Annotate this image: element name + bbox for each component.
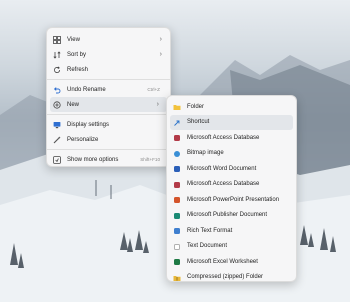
shortcut-label: Shift+F10	[140, 157, 160, 162]
access-icon	[173, 181, 181, 189]
bitmap-icon	[173, 150, 181, 158]
folder-icon	[173, 103, 181, 111]
new-item-rich-text-format[interactable]: Rich Text Format	[167, 223, 296, 239]
menu-item-label: Compressed (zipped) Folder	[187, 274, 264, 281]
menu-item-label: Sort by	[67, 51, 87, 58]
menu-item-label: Microsoft Excel Worksheet	[187, 258, 258, 265]
menu-item-personalize[interactable]: Personalize	[47, 132, 170, 147]
menu-item-label: Microsoft Publisher Document	[187, 212, 268, 219]
more-options-icon	[53, 156, 61, 164]
menu-item-label: Folder	[187, 103, 205, 110]
chevron-right-icon: ›	[159, 36, 162, 43]
new-item-access-database[interactable]: Microsoft Access Database	[167, 130, 296, 146]
menu-item-label: Show more options	[67, 156, 119, 163]
refresh-icon	[53, 66, 61, 74]
menu-item-display-settings[interactable]: Display settings	[47, 117, 170, 132]
brush-icon	[53, 136, 61, 144]
menu-item-label: Microsoft Access Database	[187, 181, 260, 188]
menu-item-label: Rich Text Format	[187, 227, 233, 234]
desktop[interactable]: View › Sort by › Refresh Undo Rename Ctr…	[0, 0, 350, 302]
new-item-compressed-folder[interactable]: Compressed (zipped) Folder	[167, 270, 296, 286]
menu-separator	[47, 79, 170, 80]
menu-item-refresh[interactable]: Refresh	[47, 62, 170, 77]
text-document-icon	[173, 243, 181, 251]
new-item-excel-worksheet[interactable]: Microsoft Excel Worksheet	[167, 254, 296, 270]
excel-icon	[173, 258, 181, 266]
menu-item-view[interactable]: View ›	[47, 32, 170, 47]
new-item-shortcut[interactable]: Shortcut	[170, 114, 293, 130]
chevron-right-icon: ›	[159, 51, 162, 58]
menu-item-label: Refresh	[67, 66, 89, 73]
desktop-context-menu: View › Sort by › Refresh Undo Rename Ctr…	[46, 27, 171, 167]
new-item-word-document[interactable]: Microsoft Word Document	[167, 161, 296, 177]
new-item-powerpoint-presentation[interactable]: Microsoft PowerPoint Presentation	[167, 192, 296, 208]
chevron-right-icon: ›	[156, 101, 159, 108]
shortcut-label: Ctrl+Z	[147, 87, 160, 92]
word-icon	[173, 165, 181, 173]
powerpoint-icon	[173, 196, 181, 204]
new-item-bitmap-image[interactable]: Bitmap image	[167, 146, 296, 162]
menu-item-label: Undo Rename	[67, 86, 106, 93]
new-item-access-database-2[interactable]: Microsoft Access Database	[167, 177, 296, 193]
new-item-folder[interactable]: Folder	[167, 99, 296, 115]
display-icon	[53, 121, 61, 129]
new-item-publisher-document[interactable]: Microsoft Publisher Document	[167, 208, 296, 224]
sort-icon	[53, 51, 61, 59]
menu-item-label: Personalize	[67, 136, 99, 143]
menu-item-label: Microsoft PowerPoint Presentation	[187, 196, 280, 203]
menu-item-label: Bitmap image	[187, 150, 224, 157]
access-icon	[173, 134, 181, 142]
menu-item-show-more-options[interactable]: Show more options Shift+F10	[47, 152, 170, 167]
new-item-text-document[interactable]: Text Document	[167, 239, 296, 255]
menu-item-label: Text Document	[187, 243, 228, 250]
menu-item-undo-rename[interactable]: Undo Rename Ctrl+Z	[47, 82, 170, 97]
menu-item-label: Microsoft Word Document	[187, 165, 257, 172]
menu-separator	[47, 149, 170, 150]
menu-item-label: New	[67, 101, 80, 108]
grid-view-icon	[53, 36, 61, 44]
rtf-icon	[173, 227, 181, 235]
undo-icon	[53, 86, 61, 94]
menu-item-label: View	[67, 36, 80, 43]
new-icon	[53, 101, 61, 109]
menu-item-new[interactable]: New ›	[50, 97, 167, 112]
new-submenu: Folder Shortcut Microsoft Access Databas…	[166, 95, 297, 282]
menu-item-sort-by[interactable]: Sort by ›	[47, 47, 170, 62]
shortcut-icon	[173, 119, 181, 127]
menu-separator	[47, 114, 170, 115]
publisher-icon	[173, 212, 181, 220]
zip-folder-icon	[173, 274, 181, 282]
menu-item-label: Microsoft Access Database	[187, 134, 260, 141]
menu-item-label: Display settings	[67, 121, 110, 128]
menu-item-label: Shortcut	[187, 119, 210, 126]
